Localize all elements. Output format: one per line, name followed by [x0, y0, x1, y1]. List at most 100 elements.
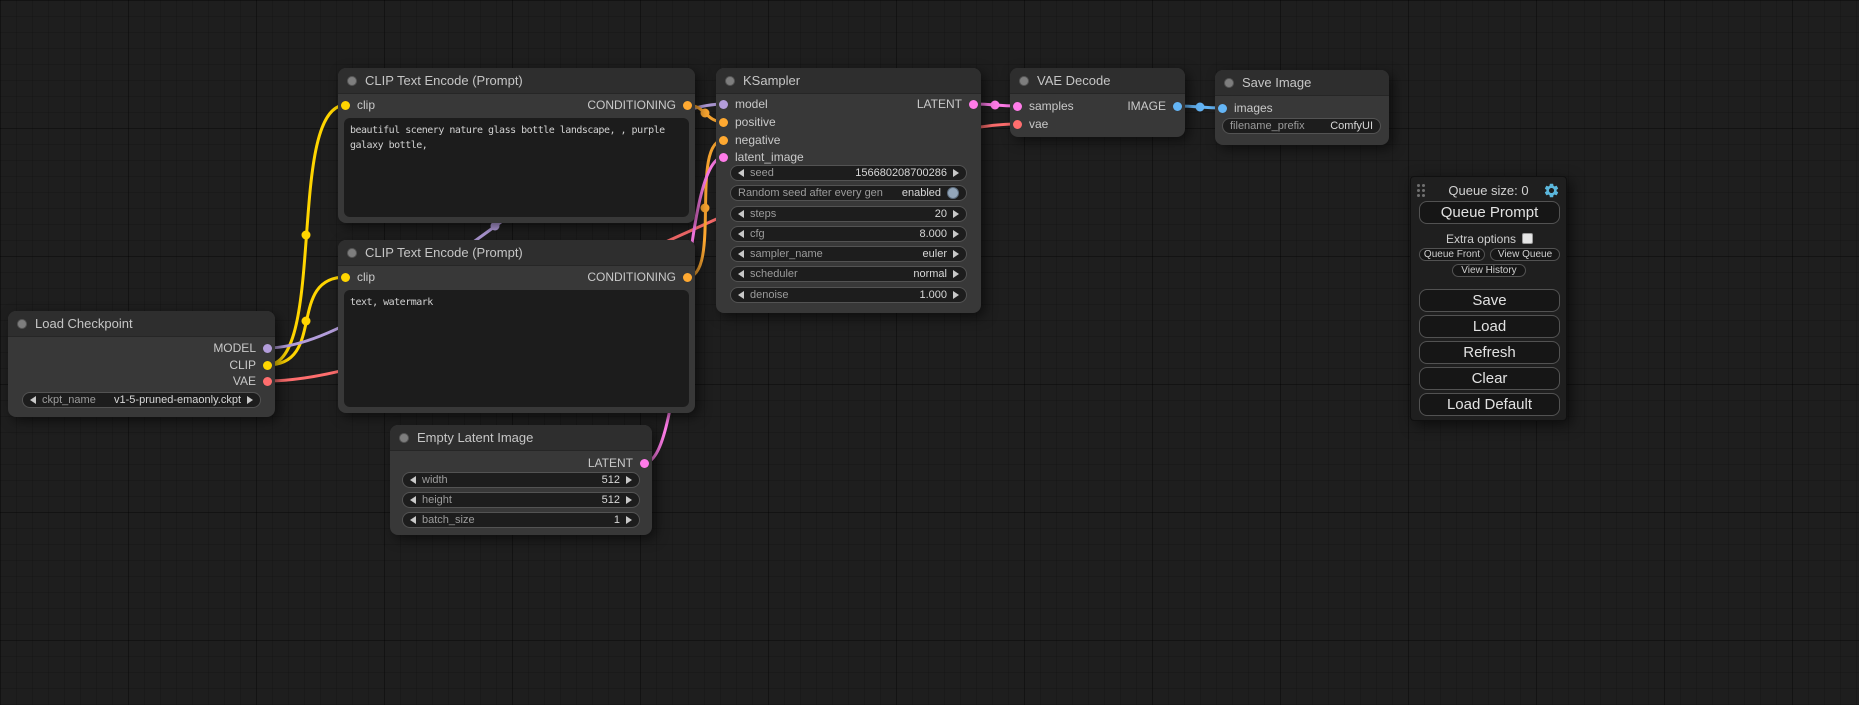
sampler-name-widget[interactable]: sampler_name euler [730, 246, 967, 262]
link-midpoint-dot[interactable] [701, 204, 710, 213]
node-title-bar[interactable]: VAE Decode [1010, 68, 1185, 94]
node-clip-text-encode-positive[interactable]: CLIP Text Encode (Prompt) clip CONDITION… [338, 68, 695, 223]
link-midpoint-dot[interactable] [302, 231, 311, 240]
increment-arrow-icon[interactable] [626, 496, 632, 504]
latent-output-dot[interactable] [969, 100, 978, 109]
node-title-bar[interactable]: CLIP Text Encode (Prompt) [338, 68, 695, 94]
link-midpoint-dot[interactable] [1196, 103, 1205, 112]
decrement-arrow-icon[interactable] [410, 476, 416, 484]
output-slot-latent[interactable]: LATENT [917, 97, 978, 111]
output-slot-conditioning[interactable]: CONDITIONING [587, 98, 692, 112]
input-slot-clip[interactable]: clip [341, 270, 375, 284]
negative-input-dot[interactable] [719, 136, 728, 145]
random-seed-toggle[interactable] [947, 187, 959, 199]
view-queue-button[interactable]: View Queue [1490, 248, 1560, 261]
input-slot-samples[interactable]: samples [1013, 99, 1074, 113]
load-button[interactable]: Load [1419, 315, 1560, 338]
latent-output-dot[interactable] [640, 459, 649, 468]
input-slot-positive[interactable]: positive [719, 115, 776, 129]
vae-input-dot[interactable] [1013, 120, 1022, 129]
clear-button[interactable]: Clear [1419, 367, 1560, 390]
clip-input-dot[interactable] [341, 101, 350, 110]
input-slot-negative[interactable]: negative [719, 133, 780, 147]
collapse-dot-icon[interactable] [725, 76, 735, 86]
prev-arrow-icon[interactable] [738, 250, 744, 258]
conditioning-output-dot[interactable] [683, 273, 692, 282]
collapse-dot-icon[interactable] [1019, 76, 1029, 86]
increment-arrow-icon[interactable] [953, 210, 959, 218]
filename-prefix-widget[interactable]: filename_prefix ComfyUI [1222, 118, 1381, 134]
output-slot-image[interactable]: IMAGE [1127, 99, 1182, 113]
view-history-button[interactable]: View History [1452, 264, 1526, 277]
prev-arrow-icon[interactable] [738, 270, 744, 278]
decrement-arrow-icon[interactable] [738, 210, 744, 218]
height-widget[interactable]: height 512 [402, 492, 640, 508]
increment-arrow-icon[interactable] [953, 230, 959, 238]
denoise-widget[interactable]: denoise 1.000 [730, 287, 967, 303]
node-graph-canvas[interactable]: Load Checkpoint MODEL CLIP VAE ckpt_name… [0, 0, 1859, 705]
node-empty-latent-image[interactable]: Empty Latent Image LATENT width 512 heig… [390, 425, 652, 535]
output-slot-latent[interactable]: LATENT [588, 456, 649, 470]
increment-arrow-icon[interactable] [953, 169, 959, 177]
load-default-button[interactable]: Load Default [1419, 393, 1560, 416]
positive-input-dot[interactable] [719, 118, 728, 127]
node-title-bar[interactable]: KSampler [716, 68, 981, 94]
decrement-arrow-icon[interactable] [738, 169, 744, 177]
link-midpoint-dot[interactable] [701, 109, 710, 118]
output-slot-clip[interactable]: CLIP [229, 358, 272, 372]
prompt-textarea[interactable]: beautiful scenery nature glass bottle la… [344, 118, 689, 217]
increment-arrow-icon[interactable] [626, 516, 632, 524]
collapse-dot-icon[interactable] [17, 319, 27, 329]
decrement-arrow-icon[interactable] [738, 230, 744, 238]
next-arrow-icon[interactable] [953, 250, 959, 258]
input-slot-model[interactable]: model [719, 97, 768, 111]
link-midpoint-dot[interactable] [991, 101, 1000, 110]
increment-arrow-icon[interactable] [626, 476, 632, 484]
node-title-bar[interactable]: Save Image [1215, 70, 1389, 96]
increment-arrow-icon[interactable] [953, 291, 959, 299]
queue-menu-panel[interactable]: Queue size: 0 Queue Prompt Extra options… [1410, 176, 1567, 421]
save-button[interactable]: Save [1419, 289, 1560, 312]
model-output-dot[interactable] [263, 344, 272, 353]
model-input-dot[interactable] [719, 100, 728, 109]
steps-widget[interactable]: steps 20 [730, 206, 967, 222]
input-slot-latent-image[interactable]: latent_image [719, 150, 804, 164]
clip-output-dot[interactable] [263, 361, 272, 370]
node-ksampler[interactable]: KSampler model positive negative latent_… [716, 68, 981, 313]
queue-front-button[interactable]: Queue Front [1419, 248, 1485, 261]
collapse-dot-icon[interactable] [399, 433, 409, 443]
settings-gear-icon[interactable] [1543, 182, 1560, 199]
random-seed-widget[interactable]: Random seed after every gen enabled [730, 185, 967, 201]
node-vae-decode[interactable]: VAE Decode samples vae IMAGE [1010, 68, 1185, 137]
collapse-dot-icon[interactable] [1224, 78, 1234, 88]
input-slot-vae[interactable]: vae [1013, 117, 1048, 131]
prompt-textarea[interactable]: text, watermark [344, 290, 689, 407]
clip-input-dot[interactable] [341, 273, 350, 282]
collapse-dot-icon[interactable] [347, 248, 357, 258]
node-title-bar[interactable]: Empty Latent Image [390, 425, 652, 451]
samples-input-dot[interactable] [1013, 102, 1022, 111]
node-title-bar[interactable]: Load Checkpoint [8, 311, 275, 337]
node-clip-text-encode-negative[interactable]: CLIP Text Encode (Prompt) clip CONDITION… [338, 240, 695, 413]
next-arrow-icon[interactable] [953, 270, 959, 278]
queue-prompt-button[interactable]: Queue Prompt [1419, 201, 1560, 224]
link-midpoint-dot[interactable] [302, 317, 311, 326]
decrement-arrow-icon[interactable] [410, 516, 416, 524]
scheduler-widget[interactable]: scheduler normal [730, 266, 967, 282]
decrement-arrow-icon[interactable] [738, 291, 744, 299]
collapse-dot-icon[interactable] [347, 76, 357, 86]
input-slot-clip[interactable]: clip [341, 98, 375, 112]
cfg-widget[interactable]: cfg 8.000 [730, 226, 967, 242]
drag-handle-icon[interactable] [1417, 184, 1425, 197]
width-widget[interactable]: width 512 [402, 472, 640, 488]
node-save-image[interactable]: Save Image images filename_prefix ComfyU… [1215, 70, 1389, 145]
extra-options-checkbox[interactable] [1522, 233, 1533, 244]
refresh-button[interactable]: Refresh [1419, 341, 1560, 364]
output-slot-conditioning[interactable]: CONDITIONING [587, 270, 692, 284]
output-slot-model[interactable]: MODEL [213, 341, 272, 355]
vae-output-dot[interactable] [263, 377, 272, 386]
batch-size-widget[interactable]: batch_size 1 [402, 512, 640, 528]
output-slot-vae[interactable]: VAE [233, 374, 272, 388]
latent-input-dot[interactable] [719, 153, 728, 162]
prev-arrow-icon[interactable] [30, 396, 36, 404]
